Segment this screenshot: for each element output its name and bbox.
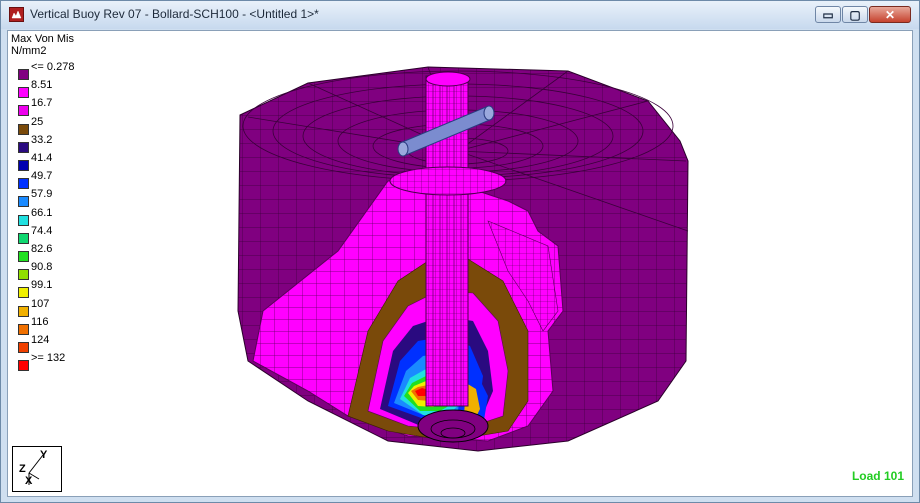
legend-label: 74.4 xyxy=(31,224,53,237)
legend-label: 25 xyxy=(31,115,44,128)
title-bar[interactable]: Vertical Buoy Rev 07 - Bollard-SCH100 - … xyxy=(1,1,919,29)
axis-triad: Y Z X xyxy=(12,446,62,492)
legend-label: >= 132 xyxy=(31,352,66,365)
legend-swatch xyxy=(18,214,29,226)
window-controls: ▭ ▢ ✕ xyxy=(815,6,911,23)
legend-units: N/mm2 xyxy=(11,45,47,57)
legend-swatch xyxy=(18,69,29,80)
legend-label: 66.1 xyxy=(31,206,53,219)
legend-label: 41.4 xyxy=(31,152,53,164)
shaft-cap xyxy=(425,71,471,87)
application-window: Vertical Buoy Rev 07 - Bollard-SCH100 - … xyxy=(0,0,920,503)
legend-swatch xyxy=(18,178,29,190)
buoy-stress-model[interactable] xyxy=(8,31,912,496)
legend-label: 16.7 xyxy=(31,97,53,110)
legend-swatch xyxy=(18,305,29,317)
legend-title: Max Von Mis xyxy=(11,33,74,45)
collar-flange xyxy=(389,166,507,196)
legend-label: 8.51 xyxy=(31,79,53,92)
legend-label: 124 xyxy=(31,334,50,346)
legend-swatch xyxy=(18,269,29,281)
legend-swatch xyxy=(18,287,29,299)
minimize-button[interactable]: ▭ xyxy=(815,6,841,23)
legend-swatch xyxy=(18,232,29,244)
legend-label: 116 xyxy=(31,315,49,328)
model-viewport[interactable]: Max Von Mis N/mm2 <= 0.278 8.51 16.7 25 33.2… xyxy=(7,30,913,497)
maximize-icon: ▢ xyxy=(849,7,861,22)
legend-label: 90.8 xyxy=(31,261,53,274)
legend-swatch xyxy=(18,251,29,262)
legend-swatch xyxy=(18,105,29,117)
legend-swatch xyxy=(18,360,29,372)
legend-label: 99.1 xyxy=(31,279,53,292)
legend-label: 49.7 xyxy=(31,170,53,183)
axis-x-label: X xyxy=(25,475,33,487)
legend-swatch xyxy=(18,123,29,135)
close-icon: ✕ xyxy=(884,7,896,22)
axis-z-label: Z xyxy=(19,463,26,475)
minimize-icon: ▭ xyxy=(822,7,834,22)
legend-label: 82.6 xyxy=(31,243,53,255)
load-case-label: Load 101 xyxy=(851,469,904,483)
legend-swatch xyxy=(18,342,29,353)
legend-swatch xyxy=(18,141,29,153)
axis-y-label: Y xyxy=(40,449,48,461)
close-button[interactable]: ✕ xyxy=(869,6,911,23)
legend-swatch xyxy=(18,160,29,171)
legend-label: 57.9 xyxy=(31,188,53,201)
legend-label: 107 xyxy=(31,297,50,310)
base-weld xyxy=(417,409,489,443)
legend-label: 33.2 xyxy=(31,133,53,146)
maximize-button[interactable]: ▢ xyxy=(842,6,868,23)
legend-swatch xyxy=(18,87,29,99)
window-title: Vertical Buoy Rev 07 - Bollard-SCH100 - … xyxy=(30,7,319,21)
app-icon[interactable] xyxy=(9,7,24,22)
legend-swatch xyxy=(18,196,29,208)
legend-swatch xyxy=(18,323,29,335)
legend-label: <= 0.278 xyxy=(31,61,75,73)
